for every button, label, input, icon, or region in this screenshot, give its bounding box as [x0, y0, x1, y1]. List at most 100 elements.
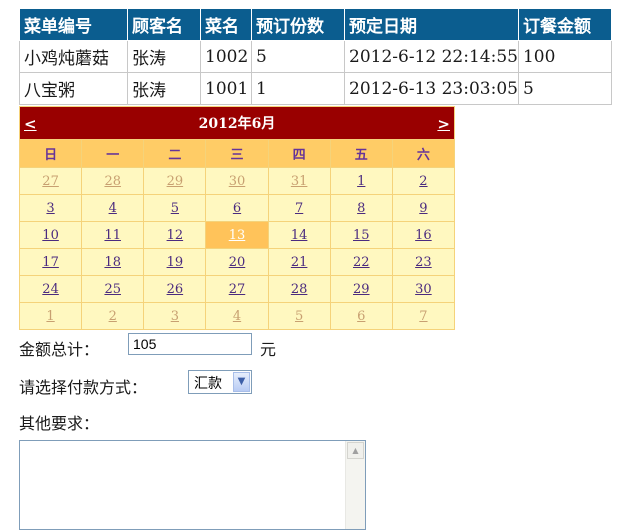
calendar-day-cell[interactable]: 25	[81, 275, 145, 303]
calendar-day-link[interactable]: 27	[42, 174, 59, 189]
calendar-day-link[interactable]: 23	[415, 255, 432, 270]
calendar-day-link[interactable]: 27	[229, 282, 246, 297]
calendar-day-link[interactable]: 28	[104, 174, 121, 189]
calendar-day-link[interactable]: 28	[291, 282, 308, 297]
calendar-day-cell[interactable]: 30	[205, 167, 269, 195]
calendar-day-link[interactable]: 16	[415, 228, 432, 243]
other-requirements-label: 其他要求：	[19, 414, 100, 433]
calendar-day-cell[interactable]: 16	[391, 221, 456, 249]
calendar-day-link[interactable]: 5	[295, 309, 303, 324]
calendar-day-link[interactable]: 9	[419, 201, 427, 216]
calendar-day-cell[interactable]: 20	[205, 248, 269, 276]
calendar-day-link[interactable]: 25	[104, 282, 121, 297]
calendar-day-cell[interactable]: 3	[143, 302, 207, 330]
calendar-day-cell[interactable]: 15	[329, 221, 393, 249]
calendar-day-cell[interactable]: 2	[81, 302, 145, 330]
calendar-day-link[interactable]: 6	[233, 201, 241, 216]
calendar-day-cell[interactable]: 17	[18, 248, 83, 276]
calendar-day-cell[interactable]: 1	[18, 302, 83, 330]
calendar-day-link[interactable]: 26	[167, 282, 184, 297]
calendar-day-cell[interactable]: 19	[143, 248, 207, 276]
calendar-day-link[interactable]: 24	[42, 282, 59, 297]
total-amount-input[interactable]	[128, 333, 252, 355]
calendar-day-link[interactable]: 4	[233, 309, 241, 324]
calendar-day-link[interactable]: 15	[353, 228, 370, 243]
calendar-day-link[interactable]: 7	[419, 309, 427, 324]
calendar-day-cell[interactable]: 6	[205, 194, 269, 222]
calendar-day-link[interactable]: 18	[104, 255, 121, 270]
calendar-day-link[interactable]: 20	[229, 255, 246, 270]
calendar-day-link[interactable]: 5	[171, 201, 179, 216]
calendar-day-cell[interactable]: 1	[329, 167, 393, 195]
prev-month-link[interactable]: <	[24, 115, 37, 133]
calendar-day-link[interactable]: 31	[291, 174, 308, 189]
calendar-day-link[interactable]: 4	[109, 201, 117, 216]
calendar-week-row: 17 18 19 20 21 22 23	[18, 248, 456, 276]
total-unit: 元	[260, 340, 277, 359]
calendar-day-link[interactable]: 1	[357, 174, 365, 189]
calendar-day-link[interactable]: 21	[291, 255, 308, 270]
calendar-day-cell[interactable]: 2	[391, 167, 456, 195]
calendar-day-link[interactable]: 29	[353, 282, 370, 297]
calendar-day-cell[interactable]: 4	[81, 194, 145, 222]
calendar-day-cell[interactable]: 22	[329, 248, 393, 276]
table-cell: 张涛	[127, 40, 201, 73]
calendar-day-cell[interactable]: 28	[81, 167, 145, 195]
calendar-day-link[interactable]: 17	[42, 255, 59, 270]
calendar-day-cell[interactable]: 27	[18, 167, 83, 195]
calendar-day-cell[interactable]: 21	[267, 248, 331, 276]
calendar-day-cell[interactable]: 9	[391, 194, 456, 222]
calendar-day-link[interactable]: 14	[291, 228, 308, 243]
table-cell: 1001	[200, 72, 252, 105]
payment-method-select[interactable]: 汇款 ▼	[188, 370, 252, 394]
calendar-day-link[interactable]: 12	[167, 228, 184, 243]
calendar-day-link[interactable]: 29	[167, 174, 184, 189]
calendar-day-cell[interactable]: 6	[329, 302, 393, 330]
calendar-day-link[interactable]: 13	[229, 228, 246, 243]
calendar-day-cell[interactable]: 11	[81, 221, 145, 249]
calendar-day-cell[interactable]: 28	[267, 275, 331, 303]
calendar-day-cell[interactable]: 26	[143, 275, 207, 303]
calendar-day-cell[interactable]: 18	[81, 248, 145, 276]
calendar-day-link[interactable]: 3	[46, 201, 54, 216]
scroll-up-icon[interactable]: ▲	[347, 442, 364, 459]
calendar: < 2012年6月 > 日 一 二 三 四 五 六 27 28 29 30 31 1 2 3 4…	[18, 106, 456, 330]
calendar-day-cell[interactable]: 13	[205, 221, 269, 249]
calendar-day-cell[interactable]: 14	[267, 221, 331, 249]
calendar-day-link[interactable]: 10	[42, 228, 59, 243]
calendar-day-cell[interactable]: 24	[18, 275, 83, 303]
chevron-down-icon[interactable]: ▼	[233, 372, 250, 392]
calendar-day-link[interactable]: 30	[415, 282, 432, 297]
calendar-day-link[interactable]: 11	[104, 228, 121, 243]
textarea-scrollbar[interactable]: ▲	[345, 441, 365, 529]
calendar-day-cell[interactable]: 8	[329, 194, 393, 222]
calendar-day-cell[interactable]: 10	[18, 221, 83, 249]
calendar-day-link[interactable]: 7	[295, 201, 303, 216]
calendar-week-row: 1 2 3 4 5 6 7	[18, 302, 456, 330]
calendar-day-link[interactable]: 22	[353, 255, 370, 270]
calendar-day-cell[interactable]: 29	[143, 167, 207, 195]
calendar-day-link[interactable]: 19	[167, 255, 184, 270]
calendar-day-cell[interactable]: 30	[391, 275, 456, 303]
calendar-day-cell[interactable]: 23	[391, 248, 456, 276]
calendar-day-link[interactable]: 6	[357, 309, 365, 324]
calendar-day-link[interactable]: 2	[109, 309, 117, 324]
calendar-day-cell[interactable]: 27	[205, 275, 269, 303]
calendar-day-cell[interactable]: 7	[391, 302, 456, 330]
calendar-day-cell[interactable]: 31	[267, 167, 331, 195]
calendar-day-link[interactable]: 3	[171, 309, 179, 324]
next-month-link[interactable]: >	[437, 115, 450, 133]
calendar-day-cell[interactable]: 7	[267, 194, 331, 222]
calendar-day-link[interactable]: 2	[419, 174, 427, 189]
calendar-day-cell[interactable]: 5	[267, 302, 331, 330]
calendar-day-cell[interactable]: 4	[205, 302, 269, 330]
calendar-day-link[interactable]: 1	[46, 309, 54, 324]
other-requirements-textarea[interactable]: ▲	[19, 440, 366, 530]
calendar-day-cell[interactable]: 12	[143, 221, 207, 249]
calendar-day-cell[interactable]: 3	[18, 194, 83, 222]
calendar-day-cell[interactable]: 29	[329, 275, 393, 303]
calendar-day-link[interactable]: 8	[357, 201, 365, 216]
calendar-day-cell[interactable]: 5	[143, 194, 207, 222]
calendar-day-link[interactable]: 30	[229, 174, 246, 189]
weekday-tue: 二	[143, 139, 207, 168]
